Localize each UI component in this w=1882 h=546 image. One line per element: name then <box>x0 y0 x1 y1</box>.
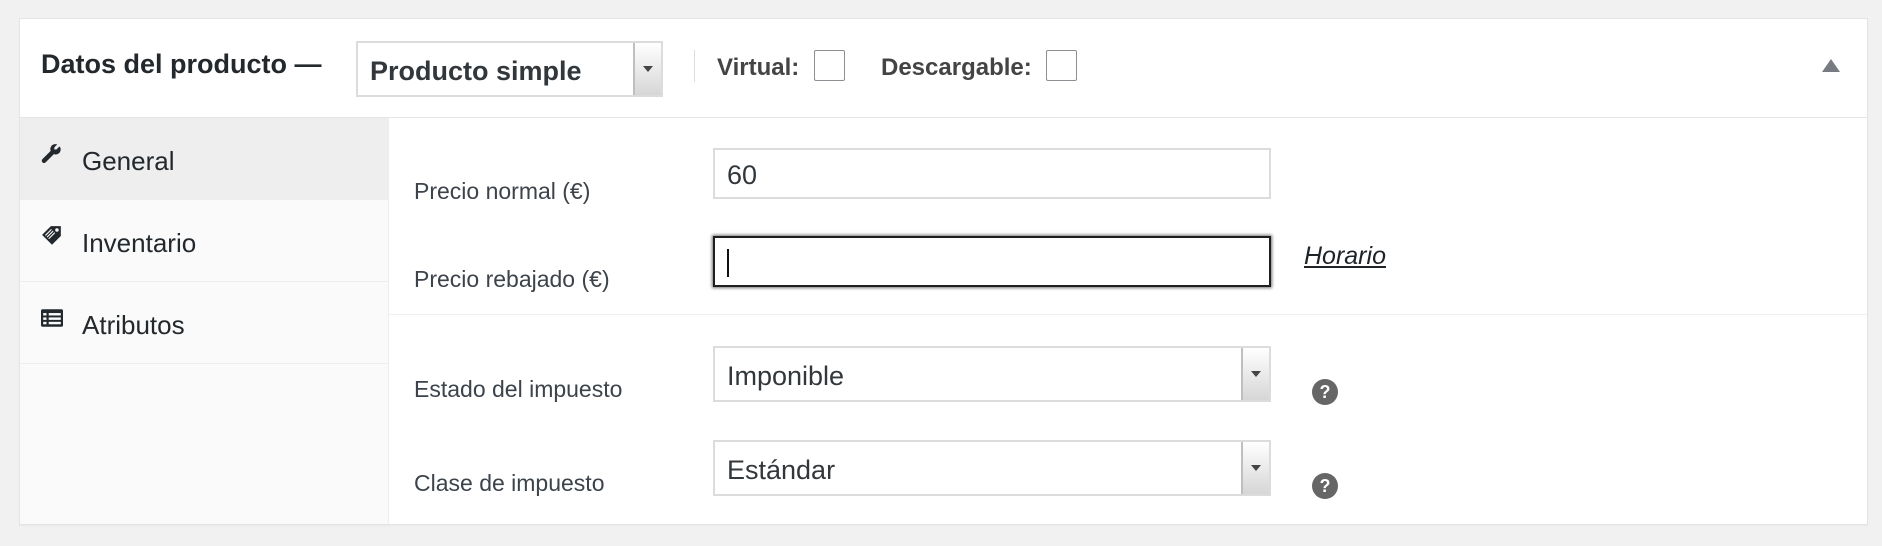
product-type-select[interactable]: Producto simple <box>356 41 663 97</box>
tab-label: Inventario <box>82 228 197 258</box>
chevron-down-icon[interactable] <box>1241 442 1269 494</box>
chevron-down-icon[interactable] <box>1241 348 1269 400</box>
sale-price-input[interactable] <box>713 236 1271 287</box>
downloadable-label: Descargable: <box>881 54 1032 81</box>
product-data-tabs: General Inventario Atributos <box>20 118 389 524</box>
downloadable-checkbox[interactable] <box>1046 50 1077 81</box>
help-icon[interactable]: ? <box>1312 379 1338 405</box>
regular-price-input[interactable]: 60 <box>713 148 1271 199</box>
schedule-link[interactable]: Horario <box>1304 242 1386 271</box>
tab-inventory[interactable]: Inventario <box>20 200 388 282</box>
regular-price-label: Precio normal (€) <box>414 178 591 204</box>
metabox-title: Datos del producto — <box>41 49 322 79</box>
wrench-icon <box>41 144 61 164</box>
header-divider <box>694 50 695 82</box>
list-icon <box>41 309 63 327</box>
general-panel: Precio normal (€) 60 Precio rebajado (€)… <box>389 118 1867 524</box>
tax-status-value: Imponible <box>727 361 845 391</box>
chevron-down-icon[interactable] <box>633 43 661 95</box>
virtual-label: Virtual: <box>717 54 800 81</box>
sale-price-label: Precio rebajado (€) <box>414 266 610 292</box>
tab-attributes[interactable]: Atributos <box>20 282 388 364</box>
virtual-checkbox[interactable] <box>814 50 845 81</box>
tax-class-value: Estándar <box>727 455 836 485</box>
product-data-metabox: Datos del producto — Producto simple Vir… <box>19 18 1868 525</box>
tax-status-select[interactable]: Imponible <box>713 346 1271 402</box>
tag-icon <box>42 226 61 245</box>
panel-divider <box>389 314 1867 315</box>
tab-label: Atributos <box>82 310 185 340</box>
tab-label: General <box>82 146 175 176</box>
metabox-header: Datos del producto — Producto simple Vir… <box>20 19 1867 118</box>
tab-general[interactable]: General <box>20 118 388 200</box>
tax-class-label: Clase de impuesto <box>414 470 605 496</box>
tax-class-select[interactable]: Estándar <box>713 440 1271 496</box>
text-caret <box>727 249 729 277</box>
tax-status-label: Estado del impuesto <box>414 376 623 402</box>
product-type-value: Producto simple <box>370 56 582 86</box>
collapse-toggle-icon[interactable] <box>1822 59 1840 72</box>
help-icon[interactable]: ? <box>1312 473 1338 499</box>
